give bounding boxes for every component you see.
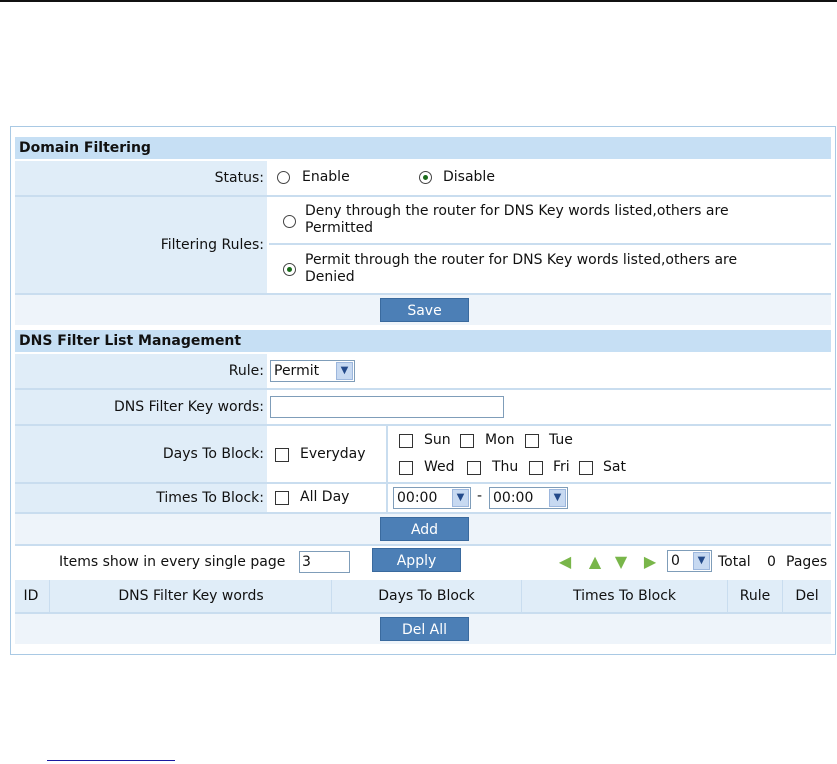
last-page-icon[interactable]: ▶	[641, 554, 659, 570]
times-to-block-label: Times To Block:	[15, 484, 267, 512]
column-header-keywords: DNS Filter Key words	[50, 580, 332, 612]
top-rule	[0, 0, 837, 2]
status-enable-label: Enable	[302, 169, 350, 185]
rule-permit-radio[interactable]	[283, 263, 296, 276]
chevron-down-icon: ▼	[336, 362, 353, 380]
everyday-checkbox[interactable]	[275, 448, 289, 462]
add-button[interactable]: Add	[380, 517, 469, 541]
allday-checkbox[interactable]	[275, 491, 289, 505]
day-thu-checkbox[interactable]	[467, 461, 481, 475]
chevron-down-icon: ▼	[452, 489, 469, 507]
day-tue-label: Tue	[549, 432, 573, 448]
time-from-value: 00:00	[397, 490, 438, 506]
day-mon-label: Mon	[485, 432, 515, 448]
first-page-icon[interactable]: ◀	[556, 554, 574, 570]
allday-label: All Day	[300, 489, 350, 505]
keywords-row: DNS Filter Key words:	[15, 390, 831, 424]
table-header-row: ID DNS Filter Key words Days To Block Ti…	[15, 580, 831, 612]
day-wed-checkbox[interactable]	[399, 461, 413, 475]
day-thu-label: Thu	[492, 459, 519, 475]
status-enable-radio[interactable]	[277, 171, 290, 184]
footer-link-underline[interactable]	[47, 760, 175, 761]
keywords-label: DNS Filter Key words:	[15, 390, 267, 424]
days-to-block-label: Days To Block:	[15, 426, 267, 482]
router-settings-panel: Domain Filtering Status: Enable Disable …	[10, 126, 836, 655]
status-label: Status:	[15, 161, 267, 195]
time-to-select[interactable]: 00:00 ▼	[489, 487, 568, 509]
pager-row: Items show in every single page 3 Apply …	[15, 546, 831, 578]
rule-select[interactable]: Permit ▼	[270, 360, 355, 382]
pages-label: Pages	[786, 554, 828, 570]
column-header-times: Times To Block	[522, 580, 727, 612]
rule-permit-text-line2: Denied	[305, 269, 355, 285]
rule-deny-text-line1: Deny through the router for DNS Key word…	[305, 203, 729, 219]
column-header-id: ID	[15, 580, 47, 612]
dns-filter-header: DNS Filter List Management	[15, 330, 831, 352]
del-all-row: Del All	[15, 614, 831, 644]
day-fri-checkbox[interactable]	[529, 461, 543, 475]
day-sat-label: Sat	[603, 459, 626, 475]
day-mon-checkbox[interactable]	[460, 434, 474, 448]
page-select-value: 0	[671, 553, 680, 569]
status-row: Status: Enable Disable	[15, 161, 831, 195]
day-tue-checkbox[interactable]	[525, 434, 539, 448]
day-sat-checkbox[interactable]	[579, 461, 593, 475]
day-wed-label: Wed	[424, 459, 455, 475]
next-page-icon[interactable]: ▼	[612, 554, 630, 570]
times-to-block-row: Times To Block: All Day 00:00 ▼ - 00:00 …	[15, 484, 831, 512]
items-per-page-label: Items show in every single page	[59, 554, 286, 570]
status-disable-label: Disable	[443, 169, 495, 185]
items-per-page-input[interactable]: 3	[299, 551, 350, 573]
rule-select-value: Permit	[274, 363, 320, 379]
rule-permit-text-line1: Permit through the router for DNS Key wo…	[305, 252, 738, 268]
total-label: Total	[718, 554, 751, 570]
save-button[interactable]: Save	[380, 298, 469, 322]
time-to-value: 00:00	[493, 490, 534, 506]
chevron-down-icon: ▼	[549, 489, 566, 507]
day-sun-checkbox[interactable]	[399, 434, 413, 448]
prev-page-icon[interactable]: ▲	[586, 554, 604, 570]
day-fri-label: Fri	[553, 459, 570, 475]
days-to-block-row: Days To Block: Everyday Sun Mon Tue Wed …	[15, 426, 831, 482]
column-header-del: Del	[783, 580, 831, 612]
rule-row: Rule: Permit ▼	[15, 354, 831, 388]
save-row: Save	[15, 295, 831, 325]
status-disable-radio[interactable]	[419, 171, 432, 184]
keywords-input[interactable]	[270, 396, 504, 418]
time-range-dash: -	[477, 488, 483, 504]
del-all-button[interactable]: Del All	[380, 617, 469, 641]
rule-label: Rule:	[15, 354, 267, 388]
total-value: 0	[767, 554, 776, 570]
time-from-select[interactable]: 00:00 ▼	[393, 487, 471, 509]
rule-deny-text-line2: Permitted	[305, 220, 374, 236]
filtering-rules-label: Filtering Rules:	[15, 197, 267, 293]
filtering-rules-row: Filtering Rules: Deny through the router…	[15, 197, 831, 293]
day-sun-label: Sun	[424, 432, 451, 448]
rule-deny-radio[interactable]	[283, 215, 296, 228]
domain-filtering-header: Domain Filtering	[15, 137, 831, 159]
everyday-label: Everyday	[300, 446, 366, 462]
column-header-rule: Rule	[728, 580, 782, 612]
apply-button[interactable]: Apply	[372, 548, 461, 572]
add-row: Add	[15, 514, 831, 544]
column-header-days: Days To Block	[332, 580, 521, 612]
chevron-down-icon: ▼	[693, 552, 710, 570]
page-select[interactable]: 0 ▼	[667, 550, 712, 572]
